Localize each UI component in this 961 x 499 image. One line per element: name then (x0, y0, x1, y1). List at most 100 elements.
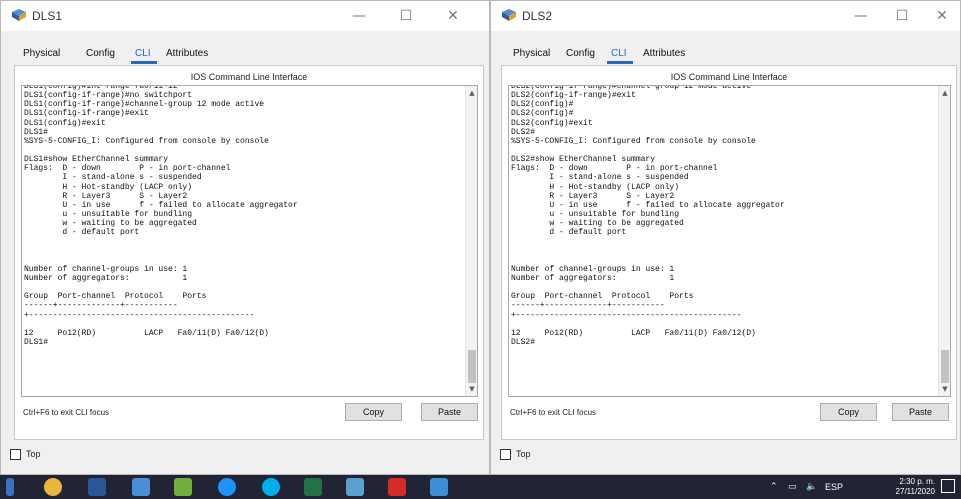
cli-line (22, 256, 463, 265)
cli-line: I - stand-alone s - suspended (24, 173, 202, 183)
copy-button[interactable]: Copy (820, 403, 877, 421)
cli-line: DLS1# (24, 337, 49, 347)
cli-line: d - default port (511, 228, 627, 238)
cli-console[interactable]: DLS2(config-if-range)#channel-group 12 m… (508, 85, 951, 397)
cli-line: u - unsuitable for bundling (511, 209, 680, 219)
cli-line (22, 283, 463, 292)
cli-line (22, 247, 463, 256)
cli-line: R - Layer3 S - Layer2 (511, 191, 675, 201)
title-bar[interactable]: DLS1 — ☐ ✕ (1, 1, 489, 31)
scrollbar[interactable]: ▲ ▼ (465, 86, 477, 396)
app-icon[interactable] (346, 478, 364, 496)
cli-panel: IOS Command Line Interface DLS1(config)#… (14, 65, 484, 440)
cli-line: DLS1(config-if-range)#no switchport (24, 91, 193, 101)
minimize-icon[interactable]: — (846, 5, 876, 27)
cli-line: ------+-------------+----------- (511, 301, 665, 311)
cli-output: DLS2(config-if-range)#channel-group 12 m… (509, 86, 936, 347)
cli-line: DLS2(config)# (511, 100, 574, 110)
close-icon[interactable]: ✕ (438, 5, 468, 27)
maximize-icon[interactable]: ☐ (391, 5, 421, 27)
close-icon[interactable]: ✕ (927, 5, 957, 27)
cli-line: Number of aggregators: 1 (24, 273, 188, 283)
cli-line: DLS2(config)# (511, 109, 574, 119)
excel-icon[interactable] (304, 478, 322, 496)
cli-console[interactable]: DLS1(config)#int range fa0/11-12 DLS1(con… (21, 85, 478, 397)
cli-line: H - Hot-standby (LACP only) (24, 182, 193, 192)
scroll-thumb[interactable] (468, 350, 476, 383)
minimize-icon[interactable]: — (344, 5, 374, 27)
top-label: Top (516, 449, 531, 459)
paste-button[interactable]: Paste (421, 403, 478, 421)
scroll-up-icon[interactable]: ▲ (466, 87, 477, 99)
top-checkbox[interactable] (500, 449, 511, 460)
acrobat-icon[interactable] (388, 478, 406, 496)
chevron-up-icon[interactable]: ⌃ (770, 479, 778, 495)
cli-line: DLS2(config-if-range)#exit (511, 91, 636, 101)
cli-line: U - in use f - failed to allocate aggreg… (24, 200, 298, 210)
tab-cli[interactable]: CLI (135, 48, 151, 59)
word-icon[interactable] (88, 478, 106, 496)
window-title: DLS1 (32, 9, 63, 23)
cli-line: 12 Po12(RD) LACP Fa0/11(D) Fa0/12(D) (24, 328, 269, 338)
top-checkbox[interactable] (10, 449, 21, 460)
window-title: DLS2 (522, 9, 553, 23)
cli-line: DLS1(config)#exit (24, 118, 106, 128)
scroll-thumb[interactable] (941, 350, 949, 383)
tab-config[interactable]: Config (566, 48, 595, 59)
app-icon[interactable] (6, 478, 14, 496)
clock[interactable]: 2:30 p. m. 27/11/2020 (896, 477, 935, 497)
tab-physical[interactable]: Physical (513, 48, 550, 59)
tab-active-indicator (131, 61, 157, 64)
packet-tracer-icon (12, 9, 26, 21)
tab-config[interactable]: Config (86, 48, 115, 59)
cli-output: DLS1(config)#int range fa0/11-12 DLS1(con… (22, 86, 463, 347)
volume-icon[interactable]: 🔈 (806, 479, 817, 495)
network-tool-icon[interactable] (174, 478, 192, 496)
scroll-down-icon[interactable]: ▼ (466, 383, 477, 395)
cli-line: +---------------------------------------… (24, 310, 255, 320)
cli-line: DLS2#show EtherChannel summary (511, 155, 656, 165)
cli-line (509, 247, 936, 256)
network-icon[interactable]: ▭ (788, 479, 797, 495)
cli-line: Number of channel-groups in use: 1 (24, 264, 188, 274)
cli-line (509, 256, 936, 265)
cli-line: 12 Po12(RD) LACP Fa0/11(D) Fa0/12(D) (511, 328, 756, 338)
language-indicator[interactable]: ESP (825, 479, 843, 495)
tab-attributes[interactable]: Attributes (643, 48, 685, 59)
paste-button[interactable]: Paste (892, 403, 949, 421)
cli-line: Group Port-channel Protocol Ports (24, 292, 207, 302)
cli-line: DLS1(config-if-range)#channel-group 12 m… (24, 100, 265, 110)
tab-active-indicator (607, 61, 633, 64)
packet-tracer-icon (502, 9, 516, 21)
cli-line: DLS2(config)#exit (511, 118, 593, 128)
cli-line: H - Hot-standby (LACP only) (511, 182, 680, 192)
cli-line: Group Port-channel Protocol Ports (511, 292, 694, 302)
maximize-icon[interactable]: ☐ (887, 5, 917, 27)
tab-physical[interactable]: Physical (23, 48, 60, 59)
cli-line: ------+-------------+----------- (24, 301, 178, 311)
focus-hint: Ctrl+F6 to exit CLI focus (23, 408, 110, 417)
cli-line (22, 146, 463, 155)
title-bar[interactable]: DLS2 — ☐ ✕ (491, 1, 960, 31)
scroll-up-icon[interactable]: ▲ (939, 87, 950, 99)
cli-line: Number of aggregators: 1 (511, 273, 675, 283)
cli-line: DLS2# (511, 127, 536, 137)
cli-line: w - waiting to be aggregated (24, 219, 197, 229)
cli-line: U - in use f - failed to allocate aggreg… (511, 200, 785, 210)
cli-line (509, 237, 936, 246)
cli-line (509, 320, 936, 329)
tab-attributes[interactable]: Attributes (166, 48, 208, 59)
notification-icon[interactable] (941, 479, 955, 493)
scroll-down-icon[interactable]: ▼ (939, 383, 950, 395)
edge-icon[interactable] (218, 478, 236, 496)
packet-tracer-icon[interactable] (132, 478, 150, 496)
cli-line: w - waiting to be aggregated (511, 219, 684, 229)
tab-cli[interactable]: CLI (611, 48, 627, 59)
chrome-icon[interactable] (44, 478, 62, 496)
cli-line (509, 283, 936, 292)
skype-icon[interactable] (262, 478, 280, 496)
copy-button[interactable]: Copy (345, 403, 402, 421)
scrollbar[interactable]: ▲ ▼ (938, 86, 950, 396)
cli-line: Flags: D - down P - in port-channel (511, 164, 718, 174)
app-icon[interactable] (430, 478, 448, 496)
